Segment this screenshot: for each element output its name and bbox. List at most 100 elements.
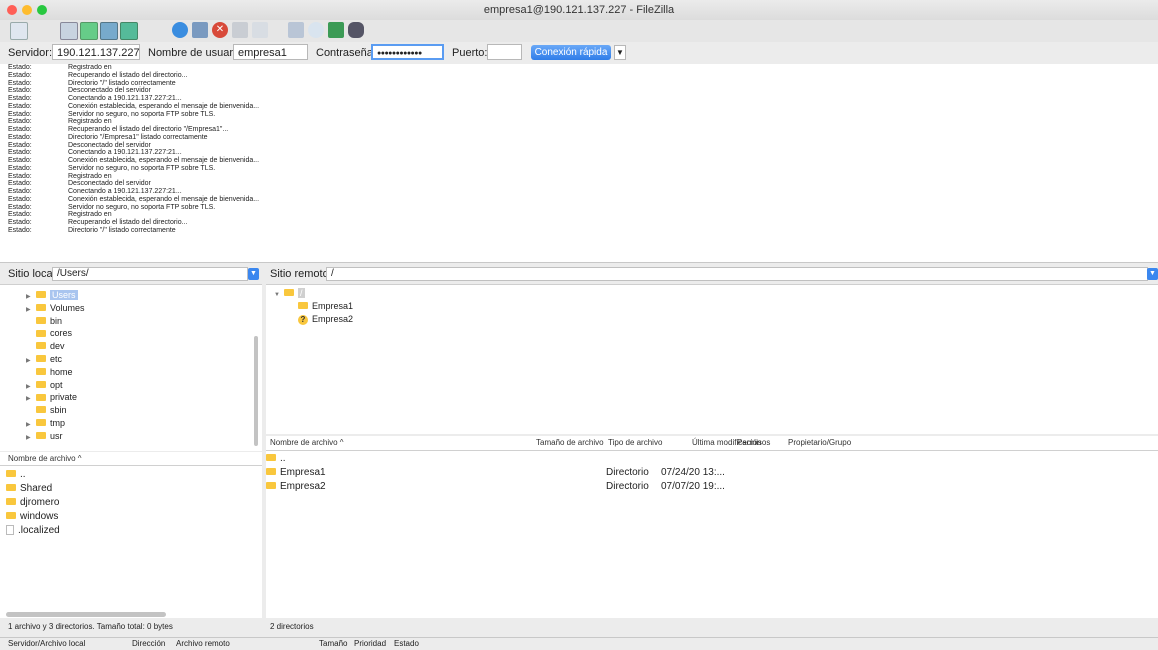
compare-icon[interactable] bbox=[308, 22, 324, 38]
log-message: Recuperando el listado del directorio... bbox=[68, 219, 188, 226]
local-col-name[interactable]: Nombre de archivo ^ bbox=[0, 452, 262, 466]
local-tree-scrollbar[interactable] bbox=[254, 336, 258, 446]
remote-col-size[interactable]: Tamaño de archivo bbox=[536, 436, 604, 450]
process-queue-icon[interactable] bbox=[192, 22, 208, 38]
log-key: Estado: bbox=[8, 219, 32, 226]
unknown-folder-icon: ? bbox=[298, 315, 308, 325]
local-tree-item[interactable]: ▶ Users bbox=[26, 289, 78, 301]
close-window-icon[interactable] bbox=[7, 5, 17, 15]
remote-file-row[interactable]: .. bbox=[266, 452, 1158, 466]
remote-path-input[interactable]: / bbox=[326, 267, 1148, 281]
log-key: Estado: bbox=[8, 203, 32, 211]
local-status: 1 archivo y 3 directorios. Tamaño total:… bbox=[0, 620, 262, 634]
log-key: Estado: bbox=[8, 87, 32, 95]
remote-file-row[interactable]: Empresa1 Directorio 07/24/20 13:... bbox=[266, 466, 1158, 480]
local-file-list[interactable]: Nombre de archivo ^ .. Shared djromero wind… bbox=[0, 452, 262, 618]
remote-status: 2 directorios bbox=[266, 620, 1158, 634]
local-list-hscrollbar[interactable] bbox=[6, 612, 166, 617]
local-tree-item[interactable]: ▶ etc bbox=[26, 353, 62, 365]
collapse-triangle-icon[interactable]: ▼ bbox=[274, 289, 284, 301]
remote-site-bar: Sitio remoto: / ▼ bbox=[266, 266, 1158, 283]
queue-col-remote[interactable]: Archivo remoto bbox=[176, 638, 230, 650]
local-tree-item[interactable]: ▶ usr bbox=[26, 430, 63, 442]
remote-path-dropdown[interactable]: ▼ bbox=[1147, 268, 1158, 280]
local-file-row[interactable]: djromero bbox=[6, 496, 59, 510]
local-file-name: .. bbox=[20, 469, 26, 480]
local-file-row[interactable]: windows bbox=[6, 510, 58, 524]
remote-tree-item[interactable]: ▼ / bbox=[274, 287, 305, 299]
message-log[interactable]: Estado: Registrado en Estado: Recuperando e… bbox=[0, 64, 1158, 263]
queue-col-priority[interactable]: Prioridad bbox=[354, 638, 386, 650]
log-row: Estado: Conectando a 190.121.137.227:21..… bbox=[0, 95, 1158, 103]
log-message: Servidor no seguro, no soporta FTP sobre… bbox=[68, 110, 216, 118]
local-tree-icon[interactable] bbox=[80, 22, 98, 40]
local-tree-item[interactable]: ▶ private bbox=[26, 391, 77, 403]
local-tree-label: sbin bbox=[50, 405, 67, 416]
local-tree-item[interactable]: ▶ Volumes bbox=[26, 302, 85, 314]
log-row: Estado: Desconectado del servidor bbox=[0, 180, 1158, 188]
password-input[interactable]: ●●●●●●●●●●●● bbox=[371, 44, 444, 60]
local-path-dropdown[interactable]: ▼ bbox=[248, 268, 259, 280]
username-input[interactable]: empresa1 bbox=[233, 44, 308, 60]
server-input[interactable]: 190.121.137.227 bbox=[52, 44, 140, 60]
reconnect-icon[interactable] bbox=[252, 22, 268, 38]
log-key: Estado: bbox=[8, 110, 32, 118]
folder-icon bbox=[284, 289, 294, 297]
message-log-icon[interactable] bbox=[60, 22, 78, 40]
queue-col-status[interactable]: Estado bbox=[394, 638, 419, 650]
cancel-icon[interactable]: ✕ bbox=[212, 22, 228, 38]
local-tree-item[interactable]: dev bbox=[26, 340, 65, 352]
local-tree-item[interactable]: ▶ opt bbox=[26, 379, 63, 391]
remote-directory-tree[interactable]: ▼ / Empresa1? Empresa2 bbox=[266, 284, 1158, 434]
site-manager-icon[interactable] bbox=[10, 22, 28, 40]
queue-col-direction[interactable]: Dirección bbox=[132, 638, 165, 650]
local-site-label: Sitio local: bbox=[8, 268, 59, 280]
sync-browse-icon[interactable] bbox=[328, 22, 344, 38]
local-file-row[interactable]: .localized bbox=[6, 524, 60, 538]
local-tree-label: etc bbox=[50, 354, 63, 364]
filter-icon[interactable] bbox=[288, 22, 304, 38]
folder-icon bbox=[266, 453, 276, 461]
remote-file-list[interactable]: Nombre de archivo ^ Tamaño de archivo Ti… bbox=[266, 436, 1158, 618]
quickconnect-button[interactable]: Conexión rápida bbox=[531, 45, 611, 60]
log-row: Estado: Servidor no seguro, no soporta FT… bbox=[0, 111, 1158, 119]
remote-file-name: .. bbox=[280, 453, 286, 464]
queue-col-size[interactable]: Tamaño bbox=[319, 638, 347, 650]
local-tree-label: bin bbox=[50, 315, 63, 326]
transfer-queue-icon[interactable] bbox=[120, 22, 138, 40]
remote-tree-icon[interactable] bbox=[100, 22, 118, 40]
minimize-window-icon[interactable] bbox=[22, 5, 32, 15]
local-file-row[interactable]: .. bbox=[6, 468, 26, 482]
disconnect-icon[interactable] bbox=[232, 22, 248, 38]
remote-col-name[interactable]: Nombre de archivo ^ bbox=[270, 436, 344, 450]
local-tree-item[interactable]: bin bbox=[26, 315, 62, 327]
remote-tree-item[interactable]: Empresa1 bbox=[298, 300, 353, 312]
remote-col-owner[interactable]: Propietario/Grupo bbox=[788, 436, 851, 450]
local-tree-item[interactable]: sbin bbox=[26, 404, 67, 416]
expand-triangle-icon[interactable]: ▶ bbox=[26, 432, 36, 444]
log-message: Directorio "/Empresa1" listado correctam… bbox=[68, 133, 208, 141]
local-tree-item[interactable]: cores bbox=[26, 327, 72, 339]
local-path-input[interactable]: /Users/ bbox=[52, 267, 248, 281]
local-tree-item[interactable]: home bbox=[26, 366, 73, 378]
zoom-window-icon[interactable] bbox=[37, 5, 47, 15]
remote-col-type[interactable]: Tipo de archivo bbox=[608, 436, 662, 450]
remote-site-label: Sitio remoto: bbox=[270, 268, 332, 280]
log-key: Estado: bbox=[8, 126, 32, 133]
remote-tree-label: Empresa2 bbox=[312, 314, 354, 324]
local-file-row[interactable]: Shared bbox=[6, 482, 52, 496]
log-message: Registrado en bbox=[68, 64, 112, 71]
log-message: Recuperando el listado del directorio "/… bbox=[68, 126, 229, 133]
search-icon[interactable] bbox=[348, 22, 364, 38]
local-directory-tree[interactable]: ▶ Users ▶ Volumes bin cores dev ▶ etc home ▶ opt ▶ pr… bbox=[0, 284, 262, 451]
remote-file-row[interactable]: Empresa2 Directorio 07/07/20 19:... bbox=[266, 480, 1158, 494]
remote-file-name: Empresa2 bbox=[280, 481, 326, 492]
quickconnect-history-dropdown[interactable]: ▼ bbox=[614, 45, 626, 60]
local-tree-item[interactable]: ▶ tmp bbox=[26, 417, 65, 429]
queue-col-local[interactable]: Servidor/Archivo local bbox=[8, 638, 85, 650]
port-input[interactable] bbox=[487, 44, 522, 60]
refresh-icon[interactable] bbox=[172, 22, 188, 38]
remote-tree-item[interactable]: ? Empresa2 bbox=[298, 313, 353, 325]
remote-col-perms[interactable]: Permisos bbox=[737, 436, 770, 450]
folder-icon bbox=[36, 342, 46, 350]
